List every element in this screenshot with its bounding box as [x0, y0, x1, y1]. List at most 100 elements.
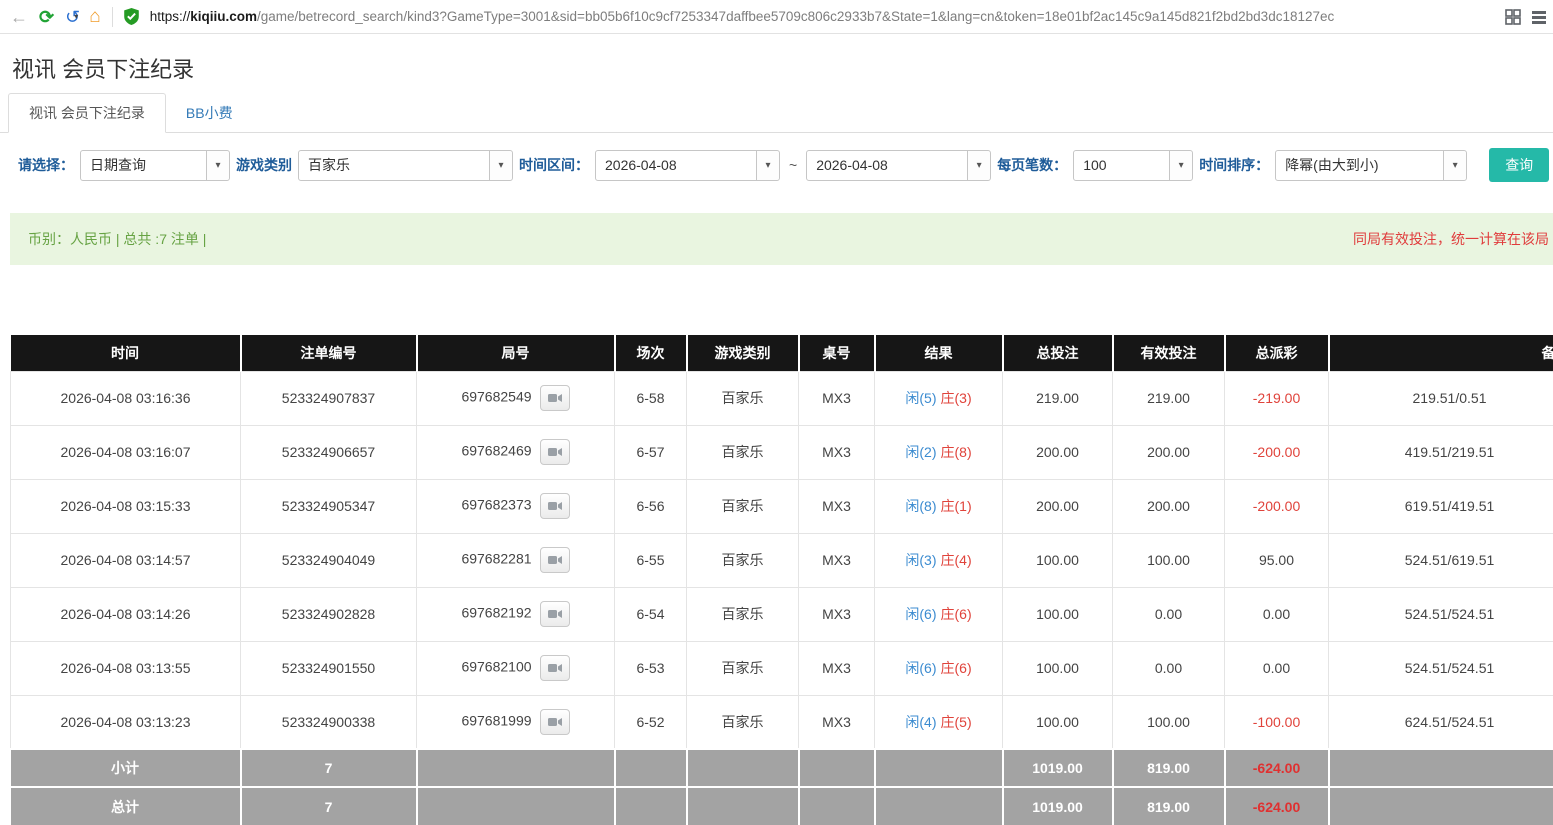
- round-number: 697682373: [461, 497, 531, 513]
- chevron-down-icon[interactable]: ▾: [206, 151, 229, 180]
- back-icon[interactable]: ←: [10, 8, 28, 26]
- cell-valid-bet: 200.00: [1113, 425, 1225, 479]
- cell-total-bet[interactable]: 219.00: [1003, 371, 1113, 425]
- cell-game: 百家乐: [687, 425, 799, 479]
- cell-result: 闲(6)庄(6): [875, 587, 1003, 641]
- undo-caret-icon: ▾: [74, 12, 78, 21]
- chevron-down-icon[interactable]: ▾: [967, 151, 990, 180]
- page-title: 视讯 会员下注纪录: [12, 52, 1553, 84]
- total-valid-bet: 819.00: [1113, 787, 1225, 825]
- header-remark: 备注: [1329, 335, 1553, 371]
- filter-bar: 请选择： 日期查询 ▾ 游戏类别 百家乐 ▾ 时间区间： 2026-04-08 …: [0, 133, 1553, 197]
- round-number: 697682281: [461, 551, 531, 567]
- total-row: 总计 7 1019.00 819.00 -624.00: [11, 787, 1553, 825]
- date-to-picker[interactable]: 2026-04-08 ▾: [806, 150, 991, 181]
- empty-cell: [417, 749, 615, 787]
- result-player: 闲(2): [905, 444, 936, 460]
- cell-total-bet[interactable]: 100.00: [1003, 587, 1113, 641]
- total-label: 总计: [11, 787, 241, 825]
- chevron-down-icon[interactable]: ▾: [489, 151, 512, 180]
- page-size-select[interactable]: 100 ▾: [1073, 150, 1193, 181]
- game-type-select[interactable]: 百家乐 ▾: [298, 150, 513, 181]
- chevron-down-icon[interactable]: ▾: [1443, 151, 1466, 180]
- cell-total-bet[interactable]: 200.00: [1003, 425, 1113, 479]
- cell-total-bet[interactable]: 100.00: [1003, 533, 1113, 587]
- cell-bet-id: 523324904049: [241, 533, 417, 587]
- cell-total-bet[interactable]: 100.00: [1003, 695, 1113, 749]
- cell-result: 闲(6)庄(6): [875, 641, 1003, 695]
- cell-result: 闲(3)庄(4): [875, 533, 1003, 587]
- header-game: 游戏类别: [687, 335, 799, 371]
- round-replay-button[interactable]: [540, 493, 570, 519]
- cell-total-bet[interactable]: 100.00: [1003, 641, 1113, 695]
- result-player: 闲(5): [905, 390, 936, 406]
- header-bet-id: 注单编号: [241, 335, 417, 371]
- query-type-select[interactable]: 日期查询 ▾: [80, 150, 230, 181]
- empty-cell: [615, 787, 687, 825]
- video-icon: [548, 500, 562, 512]
- table-row: 2026-04-08 03:15:33 523324905347 6976823…: [11, 479, 1553, 533]
- date-range-separator: ~: [786, 157, 800, 173]
- tab-bet-records[interactable]: 视讯 会员下注纪录: [8, 93, 166, 133]
- header-payout: 总派彩: [1225, 335, 1329, 371]
- settings-icon[interactable]: [1531, 9, 1547, 25]
- header-time: 时间: [11, 335, 241, 371]
- result-banker: 庄(6): [941, 660, 972, 676]
- video-icon: [548, 716, 562, 728]
- cell-table-no: MX3: [799, 479, 875, 533]
- result-player: 闲(4): [905, 714, 936, 730]
- toolbar-right-icons: [1505, 9, 1547, 25]
- url-scheme: https://: [150, 9, 191, 24]
- undo-button[interactable]: ↺ ▾: [65, 8, 78, 26]
- empty-cell: [1329, 749, 1553, 787]
- cell-bet-id: 523324900338: [241, 695, 417, 749]
- video-icon: [548, 554, 562, 566]
- home-icon[interactable]: ⌂: [89, 7, 100, 26]
- cell-round: 697682373: [417, 479, 615, 533]
- tab-bb-tip[interactable]: BB小费: [166, 94, 253, 132]
- cell-result: 闲(2) 庄(8): [875, 425, 1003, 479]
- subtotal-total-bet: 1019.00: [1003, 749, 1113, 787]
- cell-game: 百家乐: [687, 587, 799, 641]
- round-replay-button[interactable]: [540, 601, 570, 627]
- game-type-label: 游戏类别: [236, 155, 292, 175]
- round-replay-button[interactable]: [540, 655, 570, 681]
- cell-total-bet[interactable]: 200.00: [1003, 479, 1113, 533]
- cell-payout: 0.00: [1225, 641, 1329, 695]
- records-table-container: 时间 注单编号 局号 场次 游戏类别 桌号 结果 总投注 有效投注 总派彩 备注…: [10, 335, 1553, 825]
- header-round: 局号: [417, 335, 615, 371]
- cell-valid-bet: 0.00: [1113, 641, 1225, 695]
- url-bar[interactable]: https://kiqiiu.com/game/betrecord_search…: [150, 9, 1486, 24]
- empty-cell: [615, 749, 687, 787]
- cell-bet-id: 523324906657: [241, 425, 417, 479]
- total-count: 7: [241, 787, 417, 825]
- sort-order-select[interactable]: 降幂(由大到小) ▾: [1275, 150, 1467, 181]
- empty-cell: [875, 787, 1003, 825]
- cell-session: 6-52: [615, 695, 687, 749]
- cell-table-no: MX3: [799, 371, 875, 425]
- table-row: 2026-04-08 03:16:36 523324907837 6976825…: [11, 371, 1553, 425]
- empty-cell: [687, 749, 799, 787]
- cell-game: 百家乐: [687, 533, 799, 587]
- round-replay-button[interactable]: [540, 709, 570, 735]
- cell-session: 6-53: [615, 641, 687, 695]
- sort-order-value: 降幂(由大到小): [1276, 151, 1443, 180]
- cell-remark: 219.51/0.51: [1329, 371, 1553, 425]
- date-from-picker[interactable]: 2026-04-08 ▾: [595, 150, 780, 181]
- chevron-down-icon[interactable]: ▾: [1169, 151, 1192, 180]
- cell-payout: -100.00: [1225, 695, 1329, 749]
- round-number: 697682192: [461, 605, 531, 621]
- refresh-icon[interactable]: ⟳: [39, 8, 54, 26]
- apps-grid-icon[interactable]: [1505, 9, 1521, 25]
- round-replay-button[interactable]: [540, 547, 570, 573]
- result-banker: 庄(8): [941, 444, 972, 460]
- chevron-down-icon[interactable]: ▾: [756, 151, 779, 180]
- round-replay-button[interactable]: [540, 385, 570, 411]
- browser-toolbar: ← ⟳ ↺ ▾ ⌂ https://kiqiiu.com/game/betrec…: [0, 0, 1553, 34]
- cell-session: 6-55: [615, 533, 687, 587]
- currency-summary-text: 币别：人民币 | 总共 :7 注单 |: [28, 229, 206, 249]
- sort-order-label: 时间排序：: [1199, 155, 1269, 175]
- round-number: 697682549: [461, 389, 531, 405]
- round-replay-button[interactable]: [540, 439, 570, 465]
- search-button[interactable]: 查询: [1489, 148, 1549, 182]
